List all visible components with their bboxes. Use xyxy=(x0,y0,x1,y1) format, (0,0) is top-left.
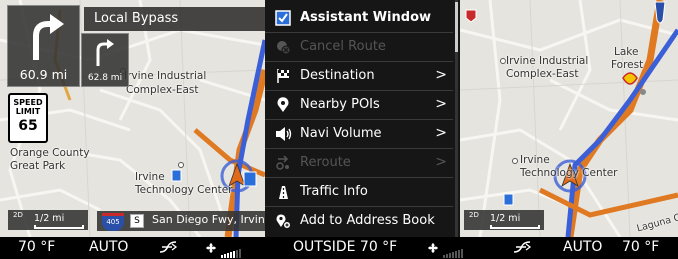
menu-item-label: Nearby POIs xyxy=(300,97,380,112)
climate-bar: 70 °F AUTO OUTSIDE 70 °F AUTO 70 °F xyxy=(0,237,678,259)
menu-item-label: Traffic Info xyxy=(300,184,368,199)
view-mode-2d: 2D xyxy=(13,211,23,219)
map-right[interactable]: Irvine Industrial Complex-East Lake Fore… xyxy=(460,0,678,237)
road-badge: S xyxy=(130,214,144,228)
fan-level-bar xyxy=(230,252,233,258)
menu-item-traffic-info[interactable]: Traffic Info xyxy=(265,178,453,207)
current-road-bar: 405 S San Diego Fwy, Irvine xyxy=(97,211,265,231)
fan-level-bar xyxy=(446,254,449,258)
menu-scrollbar-thumb[interactable] xyxy=(455,2,458,52)
map-label: Forest xyxy=(611,59,644,71)
checkbox-checked-icon[interactable] xyxy=(275,10,291,26)
fan-level-bar xyxy=(455,251,458,258)
outside-temperature: OUTSIDE 70 °F xyxy=(293,239,398,255)
fan-icon xyxy=(206,243,216,253)
fan-level-bar xyxy=(239,249,242,258)
chevron-right-icon: > xyxy=(435,67,447,83)
scale-distance: 1/2 mi xyxy=(34,213,65,224)
turn-distance: 60.9 mi xyxy=(19,67,68,82)
driver-airflow-icon[interactable] xyxy=(158,240,180,258)
traffic-icon xyxy=(275,184,291,200)
fan-level-bar xyxy=(224,254,227,258)
map-label: Complex-East xyxy=(126,84,199,96)
scale-distance: 1/2 mi xyxy=(490,213,521,224)
menu-item-label: Reroute xyxy=(300,155,351,170)
menu-item-cancel-route[interactable]: Cancel Route xyxy=(265,33,453,62)
menu-item-reroute[interactable]: Reroute > xyxy=(265,149,453,178)
map-label: Irvine xyxy=(520,154,550,166)
menu-item-label: Destination xyxy=(300,68,375,83)
map-label: Technology Center xyxy=(520,167,618,179)
passenger-temperature[interactable]: 70 °F xyxy=(622,239,659,255)
checkered-flag-icon xyxy=(275,68,291,84)
passenger-auto-mode[interactable]: AUTO xyxy=(563,239,602,255)
menu-item-label: Cancel Route xyxy=(300,39,386,54)
cancel-route-icon xyxy=(275,39,291,55)
speed-limit-value: 65 xyxy=(18,118,38,134)
chevron-right-icon: > xyxy=(435,154,447,170)
menu-item-label: Assistant Window xyxy=(300,10,432,25)
current-road-name: San Diego Fwy, Irvine xyxy=(152,213,265,226)
turn-right-arrow-icon xyxy=(33,14,64,60)
driver-fan-level[interactable] xyxy=(205,242,242,258)
chevron-right-icon: > xyxy=(435,125,447,141)
fan-level-bar xyxy=(443,255,446,258)
next-turn-distance: 62.8 mi xyxy=(87,73,123,83)
map-label: Lake xyxy=(614,46,639,58)
turn-guidance-main[interactable]: 60.9 mi xyxy=(7,5,80,87)
map-label: Complex-East xyxy=(506,68,579,80)
map-scale-right[interactable]: 2D 1/2 mi xyxy=(464,210,544,230)
view-mode-2d: 2D xyxy=(469,211,479,219)
fan-level-bar xyxy=(227,253,230,258)
menu-scrollbar[interactable] xyxy=(455,0,458,237)
menu-item-label: Add to Address Book xyxy=(300,213,435,228)
next-turn-arrow-icon xyxy=(96,39,114,66)
map-label: Orange County xyxy=(10,147,90,159)
fan-level-bar xyxy=(452,252,455,258)
navigation-menu: Assistant Window Cancel Route Destinatio… xyxy=(265,0,460,237)
speed-limit-label: SPEED LIMIT xyxy=(13,98,43,116)
fan-level-bar xyxy=(461,249,464,258)
chevron-right-icon: > xyxy=(435,96,447,112)
map-left[interactable]: Irvine Industrial Complex-East Orange Co… xyxy=(0,0,265,237)
passenger-fan-level[interactable] xyxy=(427,242,464,258)
driver-temperature[interactable]: 70 °F xyxy=(18,239,55,255)
speaker-icon xyxy=(275,126,292,142)
map-scale[interactable]: 2D 1/2 mi xyxy=(8,210,88,230)
map-label: Irvine Industrial xyxy=(124,70,207,82)
fan-level-bar xyxy=(236,250,239,258)
map-label: Irvine Industrial xyxy=(506,55,589,67)
fan-level-bar xyxy=(221,255,224,258)
driver-auto-mode[interactable]: AUTO xyxy=(89,239,128,255)
street-name-bar: Local Bypass xyxy=(84,7,265,31)
location-pin-icon xyxy=(275,97,291,113)
fan-icon xyxy=(428,243,438,253)
menu-item-nearby-pois[interactable]: Nearby POIs > xyxy=(265,91,453,120)
map-label: Irvine xyxy=(135,171,165,183)
menu-item-destination[interactable]: Destination > xyxy=(265,62,453,91)
fan-level-bar xyxy=(233,251,236,258)
street-name: Local Bypass xyxy=(94,11,179,26)
turn-guidance-next[interactable]: 62.8 mi xyxy=(81,33,129,87)
map-poi-dot xyxy=(178,162,184,168)
menu-item-label: Navi Volume xyxy=(300,126,382,141)
interstate-shield-icon: 405 xyxy=(102,213,124,231)
address-book-icon xyxy=(275,213,291,229)
speed-limit-sign: SPEED LIMIT 65 xyxy=(8,93,48,143)
map-label: Great Park xyxy=(10,160,66,172)
menu-item-navi-volume[interactable]: Navi Volume > xyxy=(265,120,453,149)
menu-item-add-to-address-book[interactable]: Add to Address Book xyxy=(265,207,453,235)
scale-bar xyxy=(34,225,84,229)
map-label: Technology Center xyxy=(135,184,233,196)
fan-level-bar xyxy=(458,250,461,258)
menu-item-assistant-window[interactable]: Assistant Window xyxy=(265,4,453,33)
scale-bar xyxy=(490,225,540,229)
reroute-icon xyxy=(275,155,291,171)
fan-level-bar xyxy=(449,253,452,258)
passenger-airflow-icon[interactable] xyxy=(512,240,534,258)
map-poi-dot xyxy=(512,158,518,164)
map-right-roads xyxy=(460,0,678,237)
